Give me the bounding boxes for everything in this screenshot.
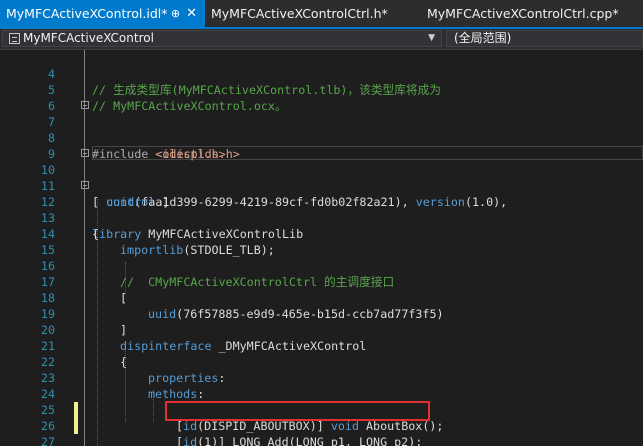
code-line: 8 #include <idispids.h> bbox=[0, 114, 643, 161]
code-line: 24 bbox=[0, 370, 643, 401]
code-line: 22 properties: bbox=[0, 338, 643, 385]
tab-label: MyMFCActiveXControlCtrl.h* bbox=[211, 6, 388, 21]
code-line: 16 // CMyMFCActiveXControlCtrl 的主调度接口 bbox=[0, 242, 643, 289]
code-line: 20 dispinterface _DMyMFCActiveXControl bbox=[0, 306, 643, 353]
collapse-icon[interactable] bbox=[81, 101, 89, 109]
tab-idl-file[interactable]: MyMFCActiveXControl.idl* ⊕ ✕ bbox=[0, 0, 205, 27]
code-line: 10 [ uuid(faa1d399-6299-4219-89cf-fd0b02… bbox=[0, 146, 643, 209]
code-line: 19 ] bbox=[0, 290, 643, 337]
code-line: 17 [ bbox=[0, 258, 643, 305]
file-icon bbox=[9, 33, 20, 44]
code-line: 12 library MyMFCActiveXControlLib bbox=[0, 178, 643, 241]
code-line: 28 bbox=[0, 434, 643, 446]
collapse-icon[interactable] bbox=[81, 149, 89, 157]
code-line: 21 { bbox=[0, 322, 643, 369]
member-dropdown[interactable]: (全局范围) bbox=[446, 30, 643, 47]
member-dropdown-value: (全局范围) bbox=[454, 31, 512, 45]
tab-label: MyMFCActiveXControlCtrl.cpp* bbox=[427, 6, 619, 21]
code-line: 23 methods: bbox=[0, 354, 643, 401]
code-line: 14 importlib(STDOLE_TLB); bbox=[0, 210, 643, 257]
highlight-annotation-box bbox=[165, 401, 430, 421]
code-line: 9 bbox=[0, 130, 643, 161]
code-line: 4 // 生成类型库(MyMFCActiveXControl.tlb)，该类型库… bbox=[0, 50, 643, 97]
code-line: 5 // MyMFCActiveXControl.ocx。 bbox=[0, 66, 643, 113]
navigation-bar: MyMFCActiveXControl ▼ (全局范围) bbox=[0, 29, 643, 50]
scope-dropdown-value: MyMFCActiveXControl bbox=[23, 31, 154, 45]
scope-dropdown[interactable]: MyMFCActiveXControl ▼ bbox=[2, 30, 442, 47]
pin-icon[interactable]: ⊕ bbox=[171, 7, 180, 20]
code-line: 7 #include <olectl.h> bbox=[0, 98, 643, 161]
code-line: 11 control ] bbox=[0, 162, 643, 209]
code-line: 18 uuid(76f57885-e9d9-465e-b15d-ccb7ad77… bbox=[0, 274, 643, 321]
document-tab-strip: MyMFCActiveXControl.idl* ⊕ ✕ MyMFCActive… bbox=[0, 0, 643, 27]
tab-label: MyMFCActiveXControl.idl* bbox=[6, 6, 167, 21]
close-icon[interactable]: ✕ bbox=[186, 6, 197, 21]
collapse-icon[interactable] bbox=[81, 181, 89, 189]
chevron-down-icon[interactable]: ▼ bbox=[428, 31, 435, 46]
code-line: 25 [id(DISPID_ABOUTBOX)] void AboutBox()… bbox=[0, 386, 643, 433]
tab-ctrl-cpp[interactable]: MyMFCActiveXControlCtrl.cpp* bbox=[421, 0, 643, 27]
code-line: 6 bbox=[0, 82, 643, 113]
code-line: 13 { bbox=[0, 194, 643, 241]
tab-ctrl-header[interactable]: MyMFCActiveXControlCtrl.h* bbox=[205, 0, 421, 27]
code-editor[interactable]: 4 // 生成类型库(MyMFCActiveXControl.tlb)，该类型库… bbox=[0, 50, 643, 446]
code-line: 15 bbox=[0, 226, 643, 257]
